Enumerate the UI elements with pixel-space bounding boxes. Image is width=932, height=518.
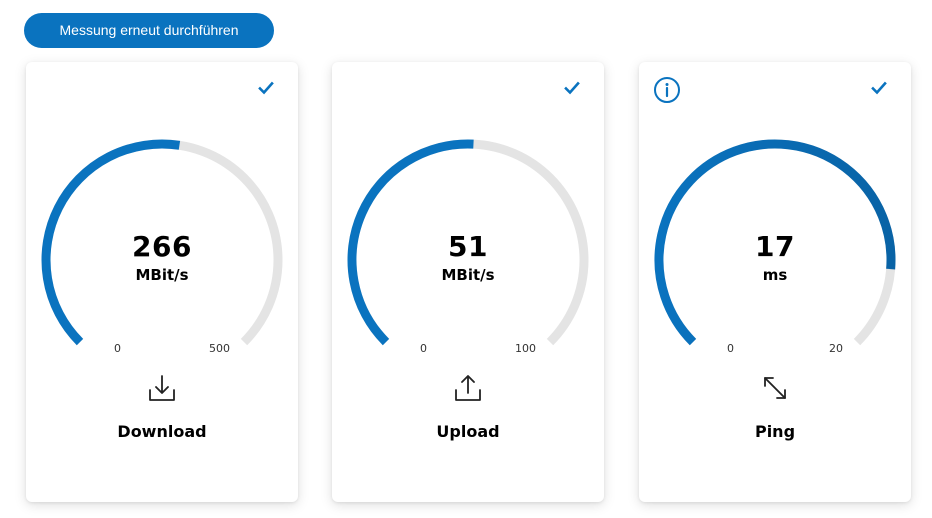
upload-min-label: 0 (420, 342, 427, 355)
download-value: 266 (132, 230, 192, 263)
ping-max-label: 20 (829, 342, 843, 355)
ping-card: 17 ms 0 20 Ping (639, 62, 911, 502)
upload-value: 51 (448, 230, 488, 263)
upload-unit: MBit/s (441, 266, 495, 284)
upload-label: Upload (436, 422, 500, 441)
upload-icon (455, 375, 481, 401)
upload-max-label: 100 (515, 342, 536, 355)
download-max-label: 500 (209, 342, 230, 355)
speedtest-page: Messung erneut durchführen 266 MBit/s 0 … (0, 0, 932, 518)
ping-label: Ping (754, 422, 796, 441)
download-unit: MBit/s (135, 266, 189, 284)
download-min-label: 0 (114, 342, 121, 355)
ping-value: 17 (755, 230, 795, 263)
ping-unit: ms (762, 266, 788, 284)
ping-min-label: 0 (727, 342, 734, 355)
rerun-measurement-button[interactable]: Messung erneut durchführen (24, 13, 274, 48)
ping-arrows-icon (764, 377, 786, 399)
upload-card: 51 MBit/s 0 100 Upload (332, 62, 604, 502)
download-label: Download (117, 422, 207, 441)
download-card: 266 MBit/s 0 500 Download (26, 62, 298, 502)
download-icon (149, 375, 175, 401)
